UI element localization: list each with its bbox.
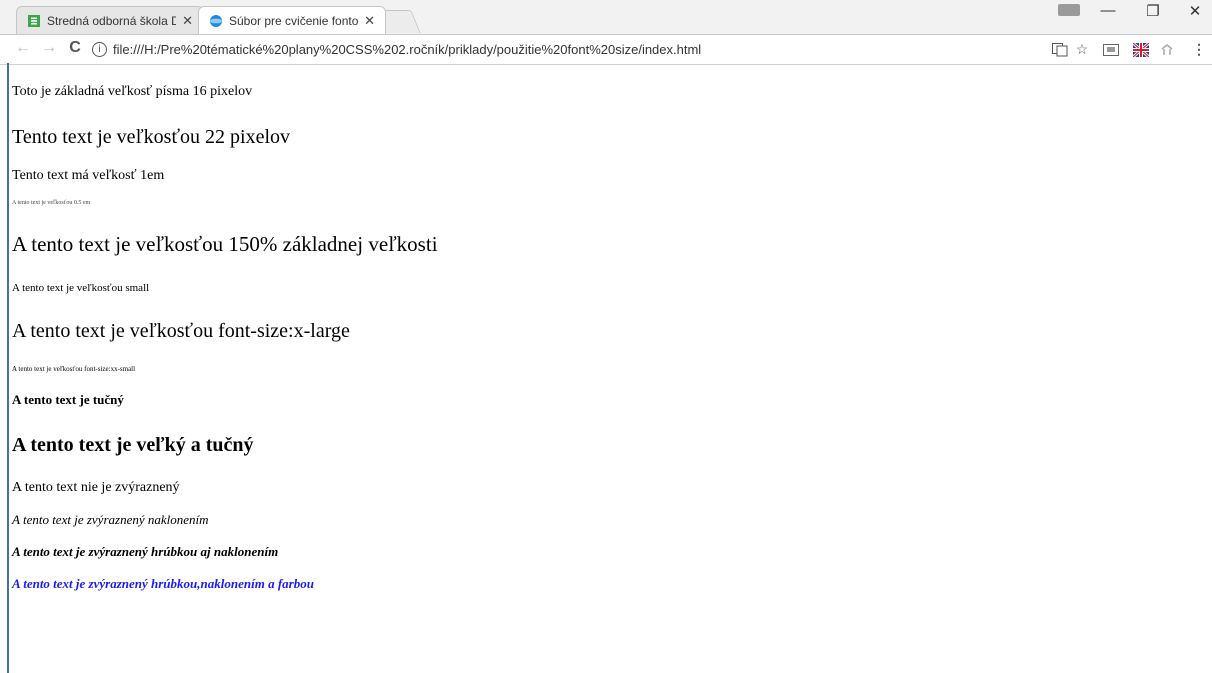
tab-close-icon[interactable]: ✕ bbox=[364, 13, 375, 29]
tab-title: Stredná odborná škola D bbox=[47, 13, 177, 28]
document-icon bbox=[28, 14, 40, 27]
text-big-bold: A tento text je veľký a tučný bbox=[12, 434, 254, 456]
tab-stredna-skola[interactable]: Stredná odborná škola D ✕ bbox=[16, 6, 204, 34]
globe-icon bbox=[210, 14, 222, 27]
tab-close-icon[interactable]: ✕ bbox=[182, 13, 193, 29]
url-text[interactable]: file:///H:/Pre%20tématické%20plany%20CSS… bbox=[113, 42, 701, 57]
tab-strip: Stredná odborná škola D ✕ Súbor pre cvič… bbox=[0, 0, 1212, 35]
close-window-button[interactable]: ✕ bbox=[1180, 2, 1210, 20]
menu-kebab-icon[interactable]: ⋮ bbox=[1190, 41, 1208, 58]
text-22px: Tento text je veľkosťou 22 pixelov bbox=[12, 126, 290, 148]
text-bold-italic: A tento text je zvýraznený hrúbkou aj na… bbox=[12, 544, 279, 559]
text-base-size: Toto je základná veľkosť písma 16 pixelo… bbox=[12, 84, 253, 99]
minimize-button[interactable]: — bbox=[1093, 2, 1123, 19]
text-1em: Tento text má veľkosť 1em bbox=[12, 168, 165, 183]
tab-title: Súbor pre cvičenie fonto bbox=[229, 13, 359, 28]
extension-icon[interactable] bbox=[1103, 44, 1119, 56]
translate-icon[interactable] bbox=[1052, 43, 1068, 57]
flag-extension-icon[interactable] bbox=[1133, 43, 1149, 57]
bookmark-star-icon[interactable]: ☆ bbox=[1073, 41, 1091, 58]
tab-subor-cvicenie[interactable]: Súbor pre cvičenie fonto ✕ bbox=[198, 6, 386, 34]
text-italic: A tento text je zvýraznený naklonením bbox=[12, 512, 209, 527]
text-bold-italic-colored: A tento text je zvýraznený hrúbkou,naklo… bbox=[12, 576, 314, 591]
text-xx-small: A tento text je veľkosťou font-size:xx-s… bbox=[12, 365, 136, 373]
address-bar[interactable]: i file:///H:/Pre%20tématické%20plany%20C… bbox=[92, 38, 1092, 60]
puzzle-extension-icon[interactable] bbox=[1160, 43, 1174, 57]
restore-button[interactable]: ❐ bbox=[1138, 2, 1168, 20]
text-normal: A tento text nie je zvýraznený bbox=[12, 480, 180, 495]
window-left-border bbox=[7, 63, 9, 673]
text-x-large: A tento text je veľkosťou font-size:x-la… bbox=[12, 320, 350, 342]
text-bold: A tento text je tučný bbox=[12, 392, 124, 407]
back-button[interactable]: ← bbox=[12, 39, 34, 57]
forward-button[interactable]: → bbox=[38, 39, 60, 57]
info-icon[interactable]: i bbox=[92, 41, 107, 57]
browser-toolbar: ← → C i file:///H:/Pre%20tématické%20pla… bbox=[0, 35, 1212, 65]
user-profile-icon[interactable] bbox=[1058, 4, 1080, 16]
text-small: A tento text je veľkosťou small bbox=[12, 282, 150, 294]
text-0-5em: A tento text je veľkosťou 0.5 em bbox=[12, 200, 91, 206]
reload-button[interactable]: C bbox=[64, 39, 86, 57]
text-150-percent: A tento text je veľkosťou 150% základnej… bbox=[12, 232, 438, 256]
